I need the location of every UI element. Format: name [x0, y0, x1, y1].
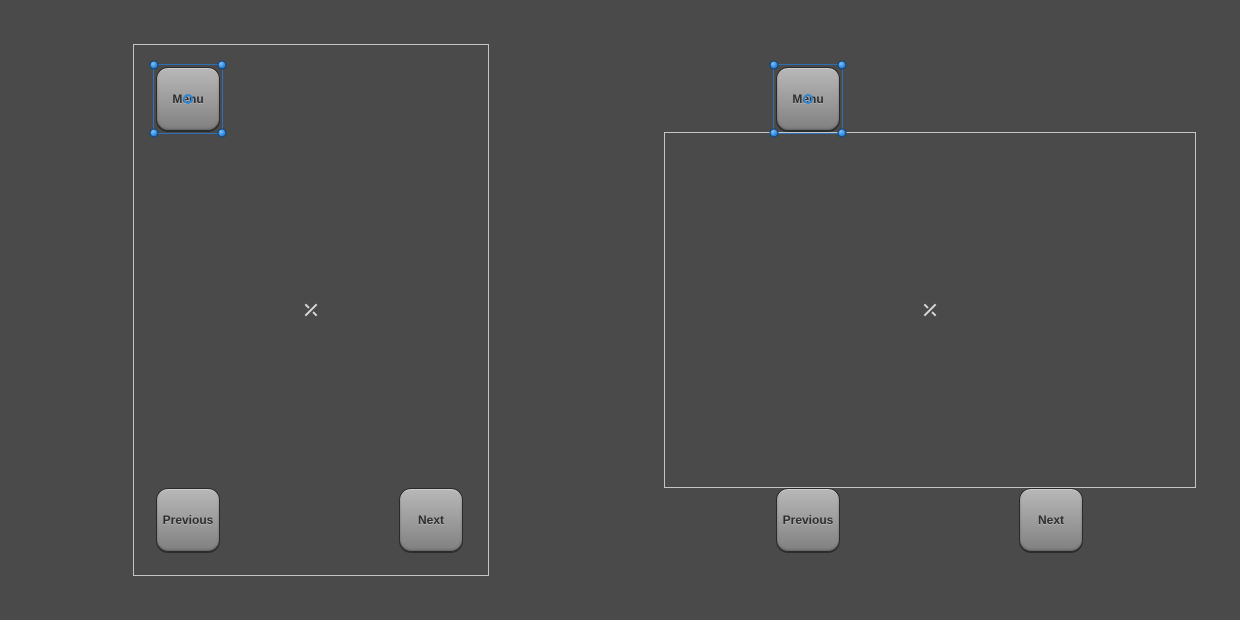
previous-button-label: Previous: [163, 513, 214, 527]
selection-handle-bl[interactable]: [150, 129, 159, 138]
next-button-label: Next: [418, 513, 444, 527]
next-button-label: Next: [1038, 513, 1064, 527]
selection-handle-tr[interactable]: [838, 61, 847, 70]
selection-handle-tl[interactable]: [150, 61, 159, 70]
selection-center-handle[interactable]: [183, 94, 193, 104]
previous-button-label: Previous: [783, 513, 834, 527]
canvas-landscape[interactable]: [664, 132, 1196, 488]
selection-handle-bl[interactable]: [770, 129, 779, 138]
selection-handle-br[interactable]: [838, 129, 847, 138]
selection-handle-tl[interactable]: [770, 61, 779, 70]
selection-handle-br[interactable]: [218, 129, 227, 138]
previous-button[interactable]: Previous: [776, 488, 840, 552]
selection-handle-tr[interactable]: [218, 61, 227, 70]
previous-button[interactable]: Previous: [156, 488, 220, 552]
next-button[interactable]: Next: [1019, 488, 1083, 552]
selection-center-handle[interactable]: [803, 94, 813, 104]
next-button[interactable]: Next: [399, 488, 463, 552]
